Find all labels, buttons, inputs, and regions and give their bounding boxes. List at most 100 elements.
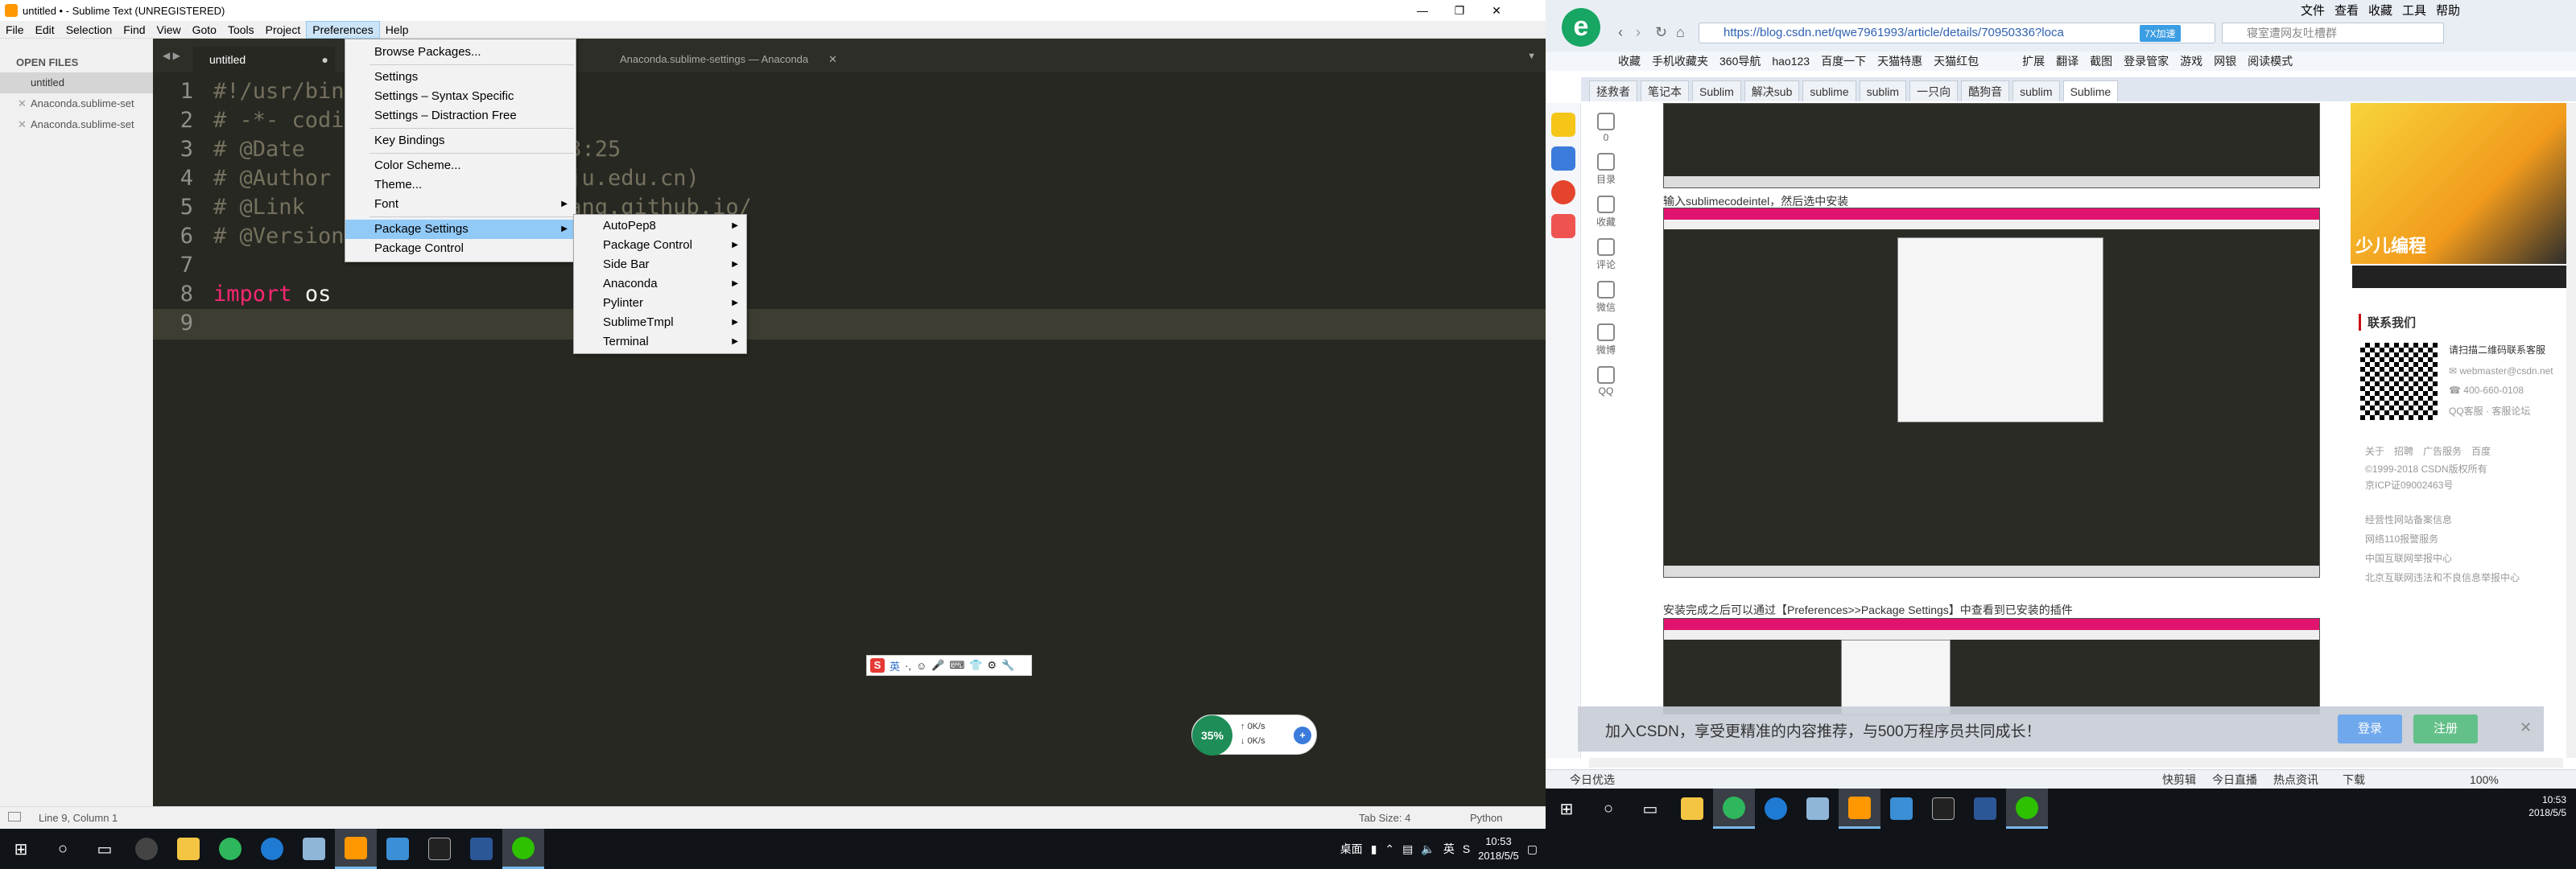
menu-item-package-control[interactable]: Package Control — [345, 239, 576, 258]
boost-plus-icon[interactable]: + — [1294, 727, 1311, 744]
browser-menu-view[interactable]: 查看 — [2334, 2, 2359, 19]
fav-item[interactable]: 天猫特惠 — [1877, 53, 1922, 69]
start-button[interactable]: ⊞ — [0, 829, 42, 869]
close-icon[interactable]: ✕ — [18, 93, 27, 114]
syntax-selector[interactable]: Python — [1470, 812, 1502, 824]
submenu-item-autopep8[interactable]: AutoPep8 ▶ — [574, 216, 746, 236]
edge-icon[interactable] — [1755, 789, 1797, 829]
menu-view[interactable]: View — [151, 21, 187, 39]
terminal-icon[interactable] — [1922, 789, 1964, 829]
menu-file[interactable]: File — [0, 21, 30, 39]
browser-tab[interactable]: sublime — [1802, 80, 1856, 101]
legal-link[interactable]: 网络110报警服务 — [2365, 529, 2520, 549]
like-action[interactable]: 0 — [1581, 113, 1631, 143]
sidebar-app-icon[interactable] — [1550, 146, 1575, 171]
ime-mic-icon[interactable]: 🎤 — [931, 659, 944, 672]
ime-skin-icon[interactable]: 👕 — [969, 659, 982, 672]
menu-item-color-scheme[interactable]: Color Scheme... — [345, 156, 576, 175]
search-icon[interactable]: ○ — [42, 829, 84, 869]
browser-tab[interactable]: sublim — [1859, 80, 1907, 101]
comment-action[interactable]: 评论 — [1581, 238, 1631, 271]
file-explorer-icon[interactable] — [1671, 789, 1713, 829]
bookmark-action[interactable]: 收藏 — [1581, 196, 1631, 229]
anaconda-icon[interactable] — [293, 829, 335, 869]
app-pinwheel-icon[interactable] — [126, 829, 167, 869]
ime-lang-icon[interactable]: 英 — [890, 658, 900, 673]
weibo-share-action[interactable]: 微博 — [1581, 323, 1631, 356]
close-icon[interactable]: ✕ — [18, 114, 27, 135]
submenu-item-side-bar[interactable]: Side Bar ▶ — [574, 255, 746, 274]
360-browser-icon[interactable] — [1713, 789, 1755, 829]
login-button[interactable]: 登录 — [2338, 715, 2402, 743]
menu-edit[interactable]: Edit — [30, 21, 60, 39]
status-item[interactable]: 今日直播 — [2212, 772, 2257, 788]
search-icon[interactable]: ○ — [1587, 789, 1629, 829]
tray-expand-icon[interactable]: ⌃ — [1385, 842, 1394, 856]
menu-item-settings[interactable]: Settings — [345, 68, 576, 87]
status-item[interactable]: 快剪辑 — [2162, 772, 2196, 788]
browser-tab[interactable]: 解决sub — [1744, 80, 1800, 101]
fav-item[interactable]: 360导航 — [1719, 53, 1761, 69]
ime-tools-icon[interactable]: ⚙ — [987, 659, 997, 672]
file-explorer-icon[interactable] — [167, 829, 209, 869]
back-icon[interactable]: ‹ — [1618, 24, 1623, 41]
notification-icon[interactable]: ▢ — [1527, 842, 1538, 856]
sidebar-file[interactable]: ✕ Anaconda.sublime-set — [0, 93, 153, 114]
fav-item[interactable]: 游戏 — [2180, 53, 2202, 69]
menu-selection[interactable]: Selection — [60, 21, 118, 39]
favorites-star-icon[interactable] — [1550, 113, 1575, 137]
browser-menu-help[interactable]: 帮助 — [2436, 2, 2460, 19]
status-item[interactable]: 今日优选 — [1570, 772, 1615, 788]
submenu-item-package-control[interactable]: Package Control ▶ — [574, 236, 746, 255]
refresh-icon[interactable]: ↻ — [1655, 24, 1667, 41]
vertical-scrollbar[interactable] — [2566, 103, 2576, 758]
speedup-button[interactable]: 7X加速 — [2140, 25, 2181, 42]
fav-item[interactable]: 截图 — [2090, 53, 2112, 69]
clock[interactable]: 10:53 2018/5/5 — [1478, 834, 1519, 863]
anaconda-icon[interactable] — [1797, 789, 1839, 829]
fav-item[interactable]: 登录管家 — [2124, 53, 2169, 69]
panel-toggle-icon[interactable] — [8, 812, 21, 822]
sogou-icon[interactable]: S — [870, 658, 885, 673]
weibo-icon[interactable] — [1550, 180, 1575, 204]
browser-logo-icon[interactable]: e — [1562, 8, 1600, 47]
status-item[interactable]: 热点资讯 — [2273, 772, 2318, 788]
contact-qq[interactable]: QQ客服 · 客服论坛 — [2449, 404, 2530, 418]
sidebar-tool-icon[interactable] — [1550, 214, 1575, 238]
tab-dropdown-icon[interactable]: ▼ — [1527, 51, 1536, 61]
tab-untitled[interactable]: untitled ● — [193, 47, 335, 72]
fav-item[interactable]: 手机收藏夹 — [1652, 53, 1708, 69]
tray-volume-icon[interactable]: 🔈 — [1421, 842, 1435, 856]
zoom-level[interactable]: 100% — [2470, 773, 2499, 786]
fav-item[interactable]: 百度一下 — [1821, 53, 1866, 69]
tray-battery-icon[interactable]: ▮ — [1371, 842, 1377, 856]
minimize-button[interactable]: — — [1404, 0, 1441, 21]
desktop-toolbar-label[interactable]: 桌面 — [1340, 841, 1363, 857]
start-button[interactable]: ⊞ — [1546, 789, 1587, 829]
tab-size[interactable]: Tab Size: 4 — [1359, 812, 1410, 824]
forward-icon[interactable]: › — [1636, 24, 1641, 41]
ime-toolbar[interactable]: S 英 ·, ☺ 🎤 ⌨ 👕 ⚙ 🔧 — [866, 655, 1032, 676]
browser-tab[interactable]: 酷狗音 — [1961, 80, 2010, 101]
tab-anaconda-settings[interactable]: Anaconda.sublime-settings — Anaconda ✕ — [604, 47, 845, 72]
wechat-share-action[interactable]: 微信 — [1581, 281, 1631, 314]
sidebar-file[interactable]: ✕ Anaconda.sublime-set — [0, 114, 153, 135]
menu-item-settings-syntax[interactable]: Settings – Syntax Specific — [345, 87, 576, 106]
menu-find[interactable]: Find — [118, 21, 151, 39]
close-icon[interactable]: ✕ — [828, 47, 837, 72]
submenu-item-anaconda[interactable]: Anaconda ▶ — [574, 274, 746, 294]
browser-tab[interactable]: sublim — [2013, 80, 2060, 101]
browser-tab[interactable]: 笔记本 — [1641, 80, 1689, 101]
menu-item-theme[interactable]: Theme... — [345, 175, 576, 195]
terminal-icon[interactable] — [419, 829, 460, 869]
browser-menu-tools[interactable]: 工具 — [2402, 2, 2426, 19]
ad-banner[interactable]: 少儿编程 — [2351, 103, 2568, 264]
edge-icon[interactable] — [251, 829, 293, 869]
fav-item[interactable]: 翻译 — [2056, 53, 2079, 69]
fav-item[interactable]: 阅读模式 — [2248, 53, 2293, 69]
fav-item[interactable]: 天猫红包 — [1934, 53, 1979, 69]
legal-link[interactable]: 经营性网站备案信息 — [2365, 510, 2520, 529]
menu-item-settings-distraction[interactable]: Settings – Distraction Free — [345, 106, 576, 126]
legal-link[interactable]: 中国互联网举报中心 — [2365, 549, 2520, 568]
browser-menu-favorites[interactable]: 收藏 — [2368, 2, 2392, 19]
